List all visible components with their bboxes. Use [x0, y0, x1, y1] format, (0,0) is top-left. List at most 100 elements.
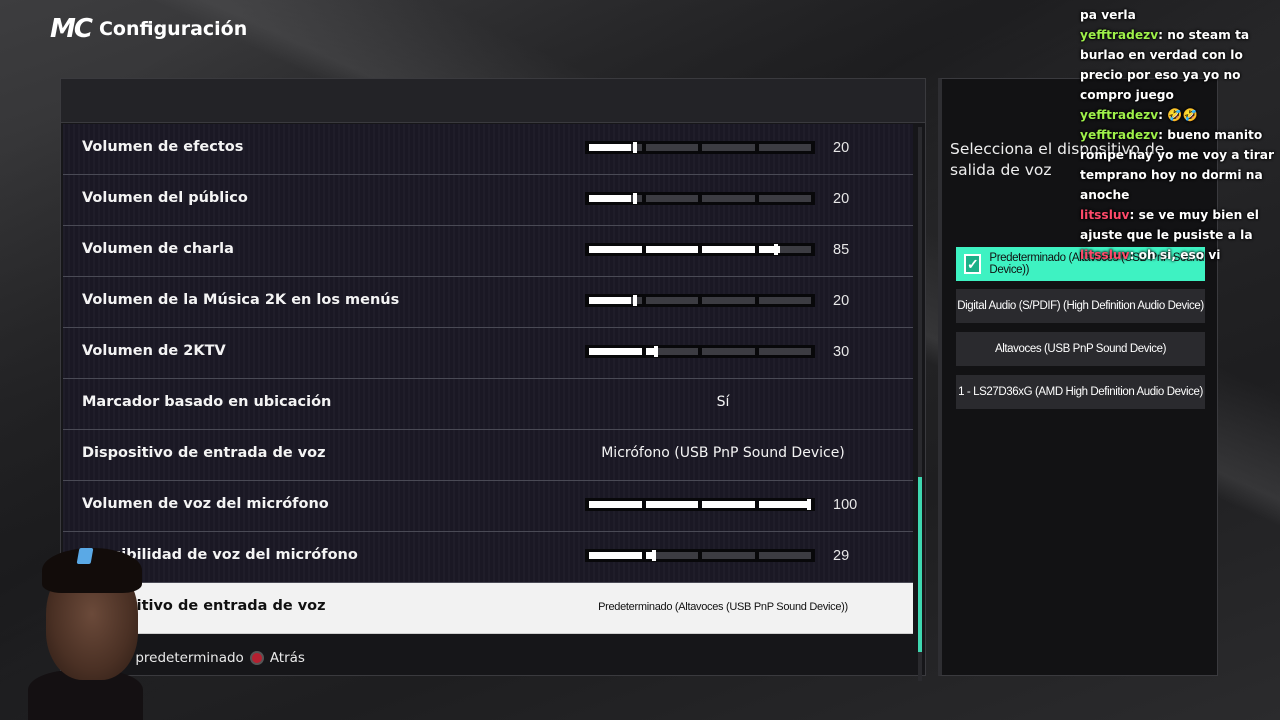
settings-row[interactable]: Marcador basado en ubicación Sí: [63, 379, 913, 430]
row-label: Marcador basado en ubicación: [82, 394, 332, 410]
chat-separator: :: [1129, 248, 1139, 262]
chat-separator: :: [1158, 108, 1168, 122]
slider-segment: [758, 246, 811, 253]
slider-value: 100: [833, 497, 858, 513]
slider-segment: [758, 144, 811, 151]
slider-knob[interactable]: [632, 295, 637, 306]
device-label: Altavoces (USB PnP Sound Device): [994, 343, 1167, 355]
chat-text: oh si, eso vi: [1138, 248, 1221, 262]
slider-segment: [589, 501, 642, 508]
chat-username: yefftradezv: [1080, 28, 1159, 42]
row-label: Volumen de 2KTV: [82, 343, 226, 359]
webcam-overlay: [28, 540, 143, 720]
stream-chat: pa verla yefftradezv: no steam ta burlao …: [1080, 5, 1275, 265]
header: MC Configuración: [50, 14, 247, 44]
settings-row[interactable]: Volumen de voz del micrófono 100: [63, 481, 913, 532]
slider-segment: [589, 552, 642, 559]
output-device-option[interactable]: Altavoces (USB PnP Sound Device): [956, 332, 1205, 366]
slider-fill: [645, 246, 698, 253]
slider-fill: [589, 297, 631, 304]
settings-row[interactable]: Volumen del público 20: [63, 175, 913, 226]
option-value: Predeterminado (Altavoces (USB PnP Sound…: [598, 601, 848, 613]
slider-knob[interactable]: [632, 193, 637, 204]
slider-value: 30: [833, 344, 850, 360]
slider-segment: [758, 501, 811, 508]
slider-segment: [702, 348, 755, 355]
slider-segment: [645, 297, 698, 304]
slider-fill: [702, 246, 755, 253]
output-device-option[interactable]: 1 - LS27D36xG (AMD High Definition Audio…: [956, 375, 1205, 409]
settings-row[interactable]: Volumen de la Música 2K en los menús 20: [63, 277, 913, 328]
settings-row[interactable]: Dispositivo de entrada de voz Predetermin…: [63, 583, 913, 634]
chat-message: yefftradezv: 🤣🤣: [1080, 105, 1275, 125]
webcam-badge-icon: [76, 548, 94, 564]
panel-header-bar: [61, 79, 925, 123]
device-label: Digital Audio (S/PDIF) (High Definition …: [957, 300, 1204, 312]
slider-segment: [702, 552, 755, 559]
volume-slider[interactable]: [585, 549, 815, 562]
chat-message: yefftradezv: bueno manito rompe hay yo m…: [1080, 125, 1275, 205]
slider-knob[interactable]: [632, 142, 637, 153]
settings-row[interactable]: Volumen de charla 85: [63, 226, 913, 277]
slider-segment: [758, 195, 811, 202]
settings-row[interactable]: Volumen de 2KTV 30: [63, 328, 913, 379]
slider-segment: [589, 246, 642, 253]
slider-segment: [645, 348, 698, 355]
slider-segment: [758, 552, 811, 559]
mc-logo: MC: [50, 14, 93, 44]
page-title: Configuración: [98, 18, 248, 40]
volume-slider[interactable]: [585, 243, 815, 256]
slider-knob[interactable]: [654, 346, 659, 357]
option-value: Sí: [716, 394, 730, 410]
slider-fill: [589, 348, 642, 355]
chat-message: yefftradezv: no steam ta burlao en verda…: [1080, 25, 1275, 105]
row-label: Volumen del público: [82, 190, 248, 206]
settings-row[interactable]: Volumen de efectos 20: [63, 124, 913, 175]
row-label: Volumen de efectos: [82, 139, 244, 155]
settings-list: Volumen de efectos 20 Volumen del público 2…: [63, 124, 913, 634]
slider-fill: [702, 501, 755, 508]
slider-fill: [589, 246, 642, 253]
chat-message: pa verla: [1080, 5, 1275, 25]
row-label: Volumen de la Música 2K en los menús: [82, 292, 400, 308]
slider-value: 20: [833, 293, 850, 309]
scrollbar-thumb[interactable]: [918, 477, 922, 652]
settings-panel: Volumen de efectos 20 Volumen del público 2…: [60, 78, 926, 681]
slider-value: 29: [833, 548, 850, 564]
slider-fill: [589, 144, 631, 151]
volume-slider[interactable]: [585, 141, 815, 154]
chat-separator: :: [1129, 208, 1139, 222]
chat-separator: :: [1158, 28, 1168, 42]
slider-knob[interactable]: [652, 550, 657, 561]
circle-button-icon: [249, 651, 264, 665]
volume-slider[interactable]: [585, 294, 815, 307]
chat-username: yefftradezv: [1080, 108, 1159, 122]
back-hint[interactable]: Atrás: [270, 650, 305, 666]
slider-segment: [702, 144, 755, 151]
slider-value: 85: [833, 242, 850, 258]
slider-knob[interactable]: [774, 244, 779, 255]
volume-slider[interactable]: [585, 498, 815, 511]
volume-slider[interactable]: [585, 345, 815, 358]
device-label: 1 - LS27D36xG (AMD High Definition Audio…: [958, 386, 1203, 398]
slider-fill: [758, 501, 811, 508]
checkmark-icon: ✓: [964, 254, 982, 274]
slider-fill: [589, 552, 642, 559]
volume-slider[interactable]: [585, 192, 815, 205]
slider-segment: [702, 297, 755, 304]
slider-segment: [645, 501, 698, 508]
scrollbar[interactable]: [918, 127, 922, 681]
slider-value: 20: [833, 191, 850, 207]
slider-segment: [702, 195, 755, 202]
slider-fill: [589, 501, 642, 508]
slider-knob[interactable]: [807, 499, 811, 510]
slider-fill: [589, 195, 631, 202]
output-device-option[interactable]: Digital Audio (S/PDIF) (High Definition …: [956, 289, 1205, 323]
settings-row[interactable]: Sensibilidad de voz del micrófono 29: [63, 532, 913, 583]
slider-value: 20: [833, 140, 850, 156]
chat-text: 🤣🤣: [1167, 108, 1198, 122]
settings-row[interactable]: Dispositivo de entrada de voz Micrófono (…: [63, 430, 913, 481]
slider-segment: [758, 297, 811, 304]
row-label: Volumen de voz del micrófono: [82, 496, 329, 512]
chat-message: litssluv: se ve muy bien el ajuste que l…: [1080, 205, 1275, 245]
